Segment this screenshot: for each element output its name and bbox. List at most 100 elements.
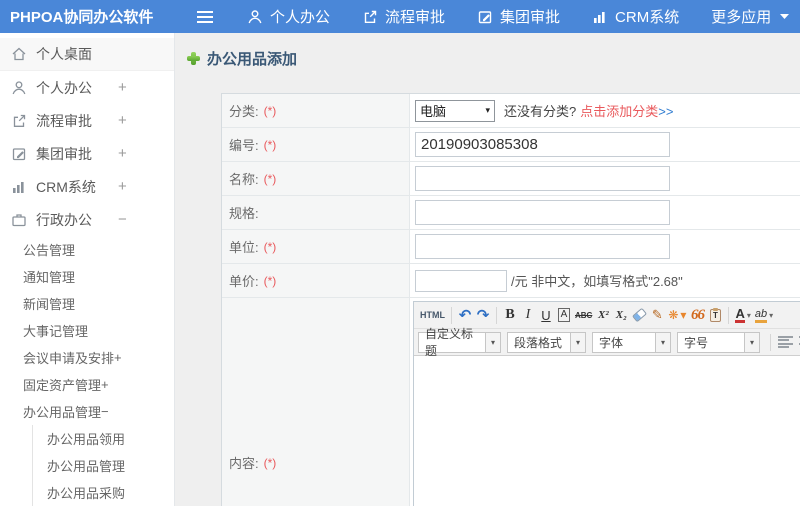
font-family-select[interactable]: 字体 ▾ [592, 331, 671, 353]
sidebar-item-office-supplies-mgmt[interactable]: 办公用品管理 − [0, 398, 174, 425]
editor-toolbar-row2: 自定义标题 ▾ 段落格式 ▾ 字体 ▾ 字号 ▾ [414, 327, 800, 358]
form-row-name: 名称: (*) [222, 162, 800, 196]
font-color-icon[interactable]: A ▾ [733, 305, 752, 325]
paragraph-format-select[interactable]: 段落格式 ▾ [507, 331, 586, 353]
sidebar-item-label: 个人桌面 [36, 46, 92, 62]
bar-chart-icon [594, 11, 605, 23]
add-category-link[interactable]: 点击添加分类>> [580, 101, 673, 120]
clean-format-icon[interactable]: ✎ [648, 305, 666, 325]
superscript-icon[interactable]: X² [594, 305, 612, 325]
required-marker: (*) [263, 455, 277, 470]
user-icon [248, 9, 262, 23]
sidebar-item-label: 办公用品采购 [47, 486, 126, 501]
nav-personal-office[interactable]: 个人办公 [247, 6, 330, 27]
spec-input[interactable] [415, 200, 670, 225]
sidebar-item-notice-mgmt[interactable]: 通知管理 [0, 263, 174, 290]
format-painter-icon[interactable]: ❋ ▾ [666, 305, 688, 325]
sidebar-item-supplies-manage[interactable]: 办公用品管理 [33, 452, 174, 479]
sidebar-item-meeting-request[interactable]: 会议申请及安排 + [0, 344, 174, 371]
form-row-code: 编号: (*) [222, 128, 800, 162]
app-window: PHPOA协同办公软件 个人办公 流程审批 集团审批 CRM系统 更多应用 个人… [0, 0, 800, 506]
collapse-icon: − [101, 404, 109, 419]
form-row-category: 分类: (*) 电脑 ▾ 还没有分类? 点击添加分类>> [222, 94, 800, 128]
font-style-icon[interactable]: A [555, 305, 573, 325]
underline-icon[interactable]: U [537, 305, 555, 325]
expand-icon: + [114, 350, 122, 365]
sidebar-item-news-mgmt[interactable]: 新闻管理 [0, 290, 174, 317]
code-input[interactable] [415, 132, 670, 157]
custom-heading-select[interactable]: 自定义标题 ▾ [418, 327, 501, 358]
spec-label: 规格: [222, 196, 410, 229]
sidebar-item-label: CRM系统 [36, 178, 96, 195]
nav-label: 个人办公 [270, 9, 331, 26]
editor-content-area[interactable] [414, 356, 800, 506]
collapse-icon: − [118, 211, 127, 228]
sidebar-item-workflow-approval[interactable]: 流程审批 + [0, 104, 174, 137]
edit-icon [478, 10, 492, 23]
sidebar-item-admin-office[interactable]: 行政办公 − [0, 203, 174, 236]
nav-group-approval[interactable]: 集团审批 [477, 6, 560, 27]
category-selected-value: 电脑 [420, 104, 447, 119]
link-arrows: >> [658, 104, 674, 119]
unit-input[interactable] [415, 234, 670, 259]
user-icon [12, 80, 26, 94]
nav-crm[interactable]: CRM系统 [592, 6, 679, 27]
nav-label: 流程审批 [385, 9, 446, 26]
sidebar-item-label: 办公用品管理 [47, 459, 126, 474]
sidebar-item-group-approval[interactable]: 集团审批 + [0, 137, 174, 170]
name-input[interactable] [415, 166, 670, 191]
add-icon [187, 52, 200, 65]
sidebar-item-crm[interactable]: CRM系统 + [0, 170, 174, 203]
name-label: 名称: (*) [222, 162, 410, 195]
no-category-hint: 还没有分类? [504, 104, 577, 119]
flow-export-icon [364, 10, 377, 23]
sidebar-item-label: 办公用品管理 [23, 405, 102, 420]
source-code-button[interactable]: HTML [418, 305, 447, 325]
price-label: 单价: (*) [222, 264, 410, 297]
page-title-text: 办公用品添加 [207, 51, 298, 68]
select-caret-icon: ▾ [655, 332, 670, 352]
strikethrough-icon[interactable]: ABC [573, 305, 594, 325]
sidebar-item-personal-office[interactable]: 个人办公 + [0, 71, 174, 104]
sidebar-item-label: 流程审批 [36, 112, 92, 129]
sidebar-item-supplies-receive[interactable]: 办公用品领用 [33, 425, 174, 452]
rich-text-editor: HTML ↶ ↷ B I U A ABC X² X₂ ✎ ❋ ▾ 66 T A … [413, 301, 800, 506]
sidebar-item-announcement-mgmt[interactable]: 公告管理 [0, 236, 174, 263]
supply-add-form: 分类: (*) 电脑 ▾ 还没有分类? 点击添加分类>> 编号: (*) 201… [221, 93, 800, 506]
dropdown-caret-icon: ▾ [746, 310, 751, 320]
sidebar-item-personal-desktop[interactable]: 个人桌面 [0, 38, 174, 71]
paste-text-icon[interactable]: T [706, 305, 724, 325]
home-icon [12, 47, 26, 61]
required-marker: (*) [263, 273, 277, 288]
sidebar-item-fixed-assets-mgmt[interactable]: 固定资产管理 + [0, 371, 174, 398]
form-row-unit: 单位: (*) [222, 230, 800, 264]
sidebar-item-memorabilia-mgmt[interactable]: 大事记管理 [0, 317, 174, 344]
italic-icon[interactable]: I [519, 305, 537, 325]
category-select[interactable]: 电脑 ▾ [415, 99, 495, 122]
font-size-select[interactable]: 字号 ▾ [677, 331, 760, 353]
form-row-content: 内容: (*) HTML ↶ ↷ B I U A ABC X² X₂ ✎ ❋ ▾… [222, 298, 800, 506]
nav-workflow-approval[interactable]: 流程审批 [362, 6, 445, 27]
bold-icon[interactable]: B [501, 305, 519, 325]
highlight-color-icon[interactable]: ab ▾ [753, 305, 775, 325]
undo-icon[interactable]: ↶ [456, 305, 474, 325]
expand-icon: + [118, 79, 127, 96]
sidebar-item-label: 固定资产管理 [23, 378, 102, 393]
align-left-icon[interactable] [778, 336, 793, 348]
sidebar-item-supplies-purchase[interactable]: 办公用品采购 [33, 479, 174, 506]
sidebar-item-label: 通知管理 [23, 270, 76, 285]
menu-toggle-icon[interactable] [197, 10, 215, 23]
price-input[interactable] [415, 269, 507, 292]
blockquote-icon[interactable]: 66 [688, 305, 706, 325]
select-caret-icon: ▾ [485, 105, 490, 115]
sidebar-item-label: 办公用品领用 [47, 432, 126, 447]
subscript-icon[interactable]: X₂ [612, 305, 630, 325]
eraser-icon[interactable] [630, 305, 648, 325]
redo-icon[interactable]: ↷ [474, 305, 492, 325]
expand-icon: + [118, 178, 127, 195]
expand-icon: + [101, 377, 109, 392]
category-label: 分类: (*) [222, 94, 410, 127]
required-marker: (*) [263, 171, 277, 186]
nav-more-apps[interactable]: 更多应用 [711, 6, 796, 27]
top-bar: PHPOA协同办公软件 个人办公 流程审批 集团审批 CRM系统 更多应用 [0, 0, 800, 33]
